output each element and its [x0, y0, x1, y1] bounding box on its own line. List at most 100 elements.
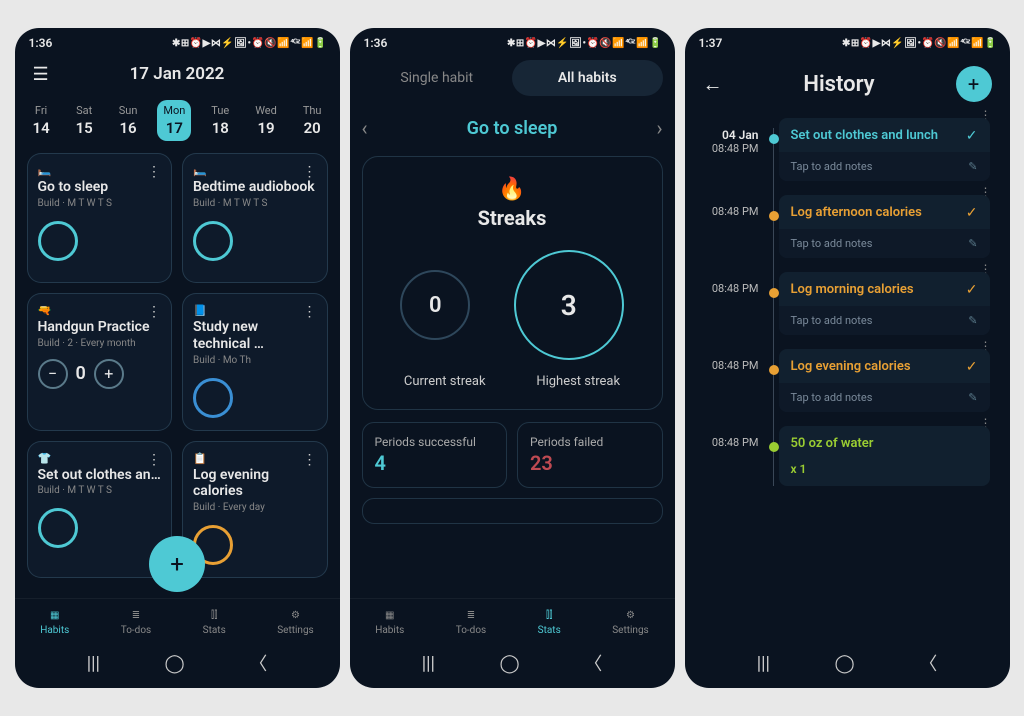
- day-number: 17: [166, 119, 183, 137]
- tab-all-habits[interactable]: All habits: [512, 60, 663, 96]
- card-menu-icon[interactable]: ⋮: [303, 164, 317, 180]
- calendar-day[interactable]: Fri14: [27, 100, 56, 141]
- habit-title: Study new technical …: [193, 319, 317, 353]
- entry-card[interactable]: Log evening calories ✓ Tap to add notes✎: [779, 349, 990, 412]
- tabs: Single habit All habits: [362, 60, 663, 96]
- bottom-nav: ▦Habits ≣To-dos ⫿⫿Stats ⚙Settings: [350, 598, 675, 640]
- back-button[interactable]: 〈: [919, 650, 937, 676]
- habit-grid: ⋮ 🛏️ Go to sleep Build · M T W T S ⋮ 🛏️ …: [27, 153, 328, 578]
- timeline-dot: [769, 211, 779, 221]
- card-menu-icon[interactable]: ⋮: [147, 304, 161, 320]
- check-icon: ✓: [966, 359, 978, 375]
- calendar-day[interactable]: Sun 16: [113, 100, 144, 141]
- check-icon: ✓: [966, 205, 978, 221]
- nav-todos[interactable]: ≣To-dos: [121, 607, 151, 636]
- decrement-button[interactable]: −: [38, 359, 68, 389]
- bottom-nav: ▦Habits ≣To-dos ⫿⫿Stats ⚙Settings: [15, 598, 340, 640]
- calendar-strip[interactable]: Fri14 Sat 15 Sun 16 Mon17 Tue18 Wed19 Thu20: [27, 94, 328, 153]
- habit-card[interactable]: ⋮ 🔫 Handgun Practice Build · 2 · Every m…: [27, 293, 173, 431]
- add-habit-button[interactable]: +: [149, 536, 205, 592]
- menu-icon[interactable]: ☰: [33, 64, 49, 85]
- gear-icon: ⚙: [622, 607, 638, 623]
- progress-ring[interactable]: [193, 378, 233, 418]
- add-notes-button[interactable]: Tap to add notes✎: [779, 152, 990, 181]
- card-menu-icon[interactable]: ⋮: [147, 164, 161, 180]
- habit-emoji: 🔫: [38, 304, 162, 317]
- day-of-week: Sat: [76, 104, 92, 117]
- entry-card[interactable]: 50 oz of water x 1: [779, 426, 990, 486]
- entry-card[interactable]: Log morning calories ✓ Tap to add notes✎: [779, 272, 990, 335]
- entry-card[interactable]: Set out clothes and lunch ✓ Tap to add n…: [779, 118, 990, 181]
- card-menu-icon[interactable]: ⋮: [303, 304, 317, 320]
- pencil-icon: ✎: [968, 391, 977, 404]
- calendar-day[interactable]: Sat 15: [70, 100, 99, 141]
- calendar-day[interactable]: Thu20: [297, 100, 328, 141]
- recents-button[interactable]: |||: [757, 653, 770, 674]
- current-streak-circle: 0: [400, 270, 470, 340]
- progress-ring[interactable]: [38, 221, 78, 261]
- back-button[interactable]: 〈: [249, 650, 267, 676]
- prev-habit-button[interactable]: ‹: [362, 116, 368, 140]
- calendar-day[interactable]: Tue18: [205, 100, 235, 141]
- streaks-title: Streaks: [379, 206, 646, 230]
- day-number: 14: [33, 119, 50, 137]
- add-notes-button[interactable]: Tap to add notes✎: [779, 229, 990, 258]
- pencil-icon: ✎: [968, 237, 977, 250]
- day-number: 15: [76, 119, 93, 137]
- habit-title: Set out clothes an…: [38, 467, 162, 484]
- history-entry: 08:48 PM ⋮ Log evening calories ✓ Tap to…: [779, 349, 990, 412]
- habit-subtitle: Build · Mo Th: [193, 355, 317, 366]
- add-entry-button[interactable]: +: [956, 66, 992, 102]
- entry-name: Log afternoon calories: [791, 205, 922, 221]
- day-number: 18: [212, 119, 229, 137]
- nav-habits[interactable]: ▦Habits: [40, 607, 69, 636]
- entry-time: 08:48 PM: [699, 205, 759, 218]
- nav-habits[interactable]: ▦Habits: [375, 607, 404, 636]
- back-icon[interactable]: ←: [703, 72, 723, 97]
- tab-single-habit[interactable]: Single habit: [362, 60, 513, 96]
- nav-todos[interactable]: ≣To-dos: [456, 607, 486, 636]
- page-title: History: [803, 72, 874, 97]
- progress-ring[interactable]: [193, 221, 233, 261]
- card-menu-icon[interactable]: ⋮: [303, 452, 317, 468]
- habit-card[interactable]: ⋮ 🛏️ Bedtime audiobook Build · M T W T S: [182, 153, 328, 283]
- habit-card[interactable]: ⋮ 📘 Study new technical … Build · Mo Th: [182, 293, 328, 431]
- timeline-dot: [769, 134, 779, 144]
- day-of-week: Sun: [119, 104, 138, 117]
- home-button[interactable]: ◯: [835, 653, 855, 674]
- calendar-day[interactable]: Mon17: [157, 100, 191, 141]
- next-habit-button[interactable]: ›: [656, 116, 662, 140]
- add-notes-button[interactable]: Tap to add notes✎: [779, 306, 990, 335]
- list-icon: ≣: [463, 607, 479, 623]
- recents-button[interactable]: |||: [422, 653, 435, 674]
- system-nav: ||| ◯ 〈: [15, 640, 340, 688]
- habit-subtitle: Build · M T W T S: [38, 198, 162, 209]
- periods-successful-card: Periods successful 4: [362, 422, 508, 488]
- entry-card[interactable]: Log afternoon calories ✓ Tap to add note…: [779, 195, 990, 258]
- increment-button[interactable]: +: [94, 359, 124, 389]
- page-date: 17 Jan 2022: [130, 64, 225, 84]
- gear-icon: ⚙: [287, 607, 303, 623]
- calendar-day[interactable]: Wed19: [249, 100, 283, 141]
- nav-stats[interactable]: ⫿⫿Stats: [203, 607, 226, 636]
- clock: 1:37: [699, 36, 723, 50]
- recents-button[interactable]: |||: [87, 653, 100, 674]
- home-button[interactable]: ◯: [500, 653, 520, 674]
- back-button[interactable]: 〈: [584, 650, 602, 676]
- habit-name: Go to sleep: [467, 118, 558, 139]
- timeline: 04 Jan08:48 PM ⋮ Set out clothes and lun…: [697, 118, 998, 486]
- highest-streak-label: Highest streak: [536, 374, 620, 389]
- day-number: 16: [119, 119, 136, 137]
- habit-subtitle: Build · M T W T S: [38, 485, 162, 496]
- nav-settings[interactable]: ⚙Settings: [277, 607, 314, 636]
- habit-card[interactable]: ⋮ 🛏️ Go to sleep Build · M T W T S: [27, 153, 173, 283]
- progress-ring[interactable]: [38, 508, 78, 548]
- habit-subtitle: Build · 2 · Every month: [38, 338, 162, 349]
- card-menu-icon[interactable]: ⋮: [147, 452, 161, 468]
- chart-icon: ⫿⫿: [206, 607, 222, 623]
- add-notes-button[interactable]: Tap to add notes✎: [779, 383, 990, 412]
- habits-screen: 1:36 ✱ ⊞ ⏰ ▶ ⋈ ⚡ 🖼 • ⏰ 🔇 📶 ⁴ᴳᶻ 📶 🔋 ☰ 17 …: [15, 28, 340, 688]
- nav-stats[interactable]: ⫿⫿Stats: [538, 607, 561, 636]
- nav-settings[interactable]: ⚙Settings: [612, 607, 649, 636]
- home-button[interactable]: ◯: [165, 653, 185, 674]
